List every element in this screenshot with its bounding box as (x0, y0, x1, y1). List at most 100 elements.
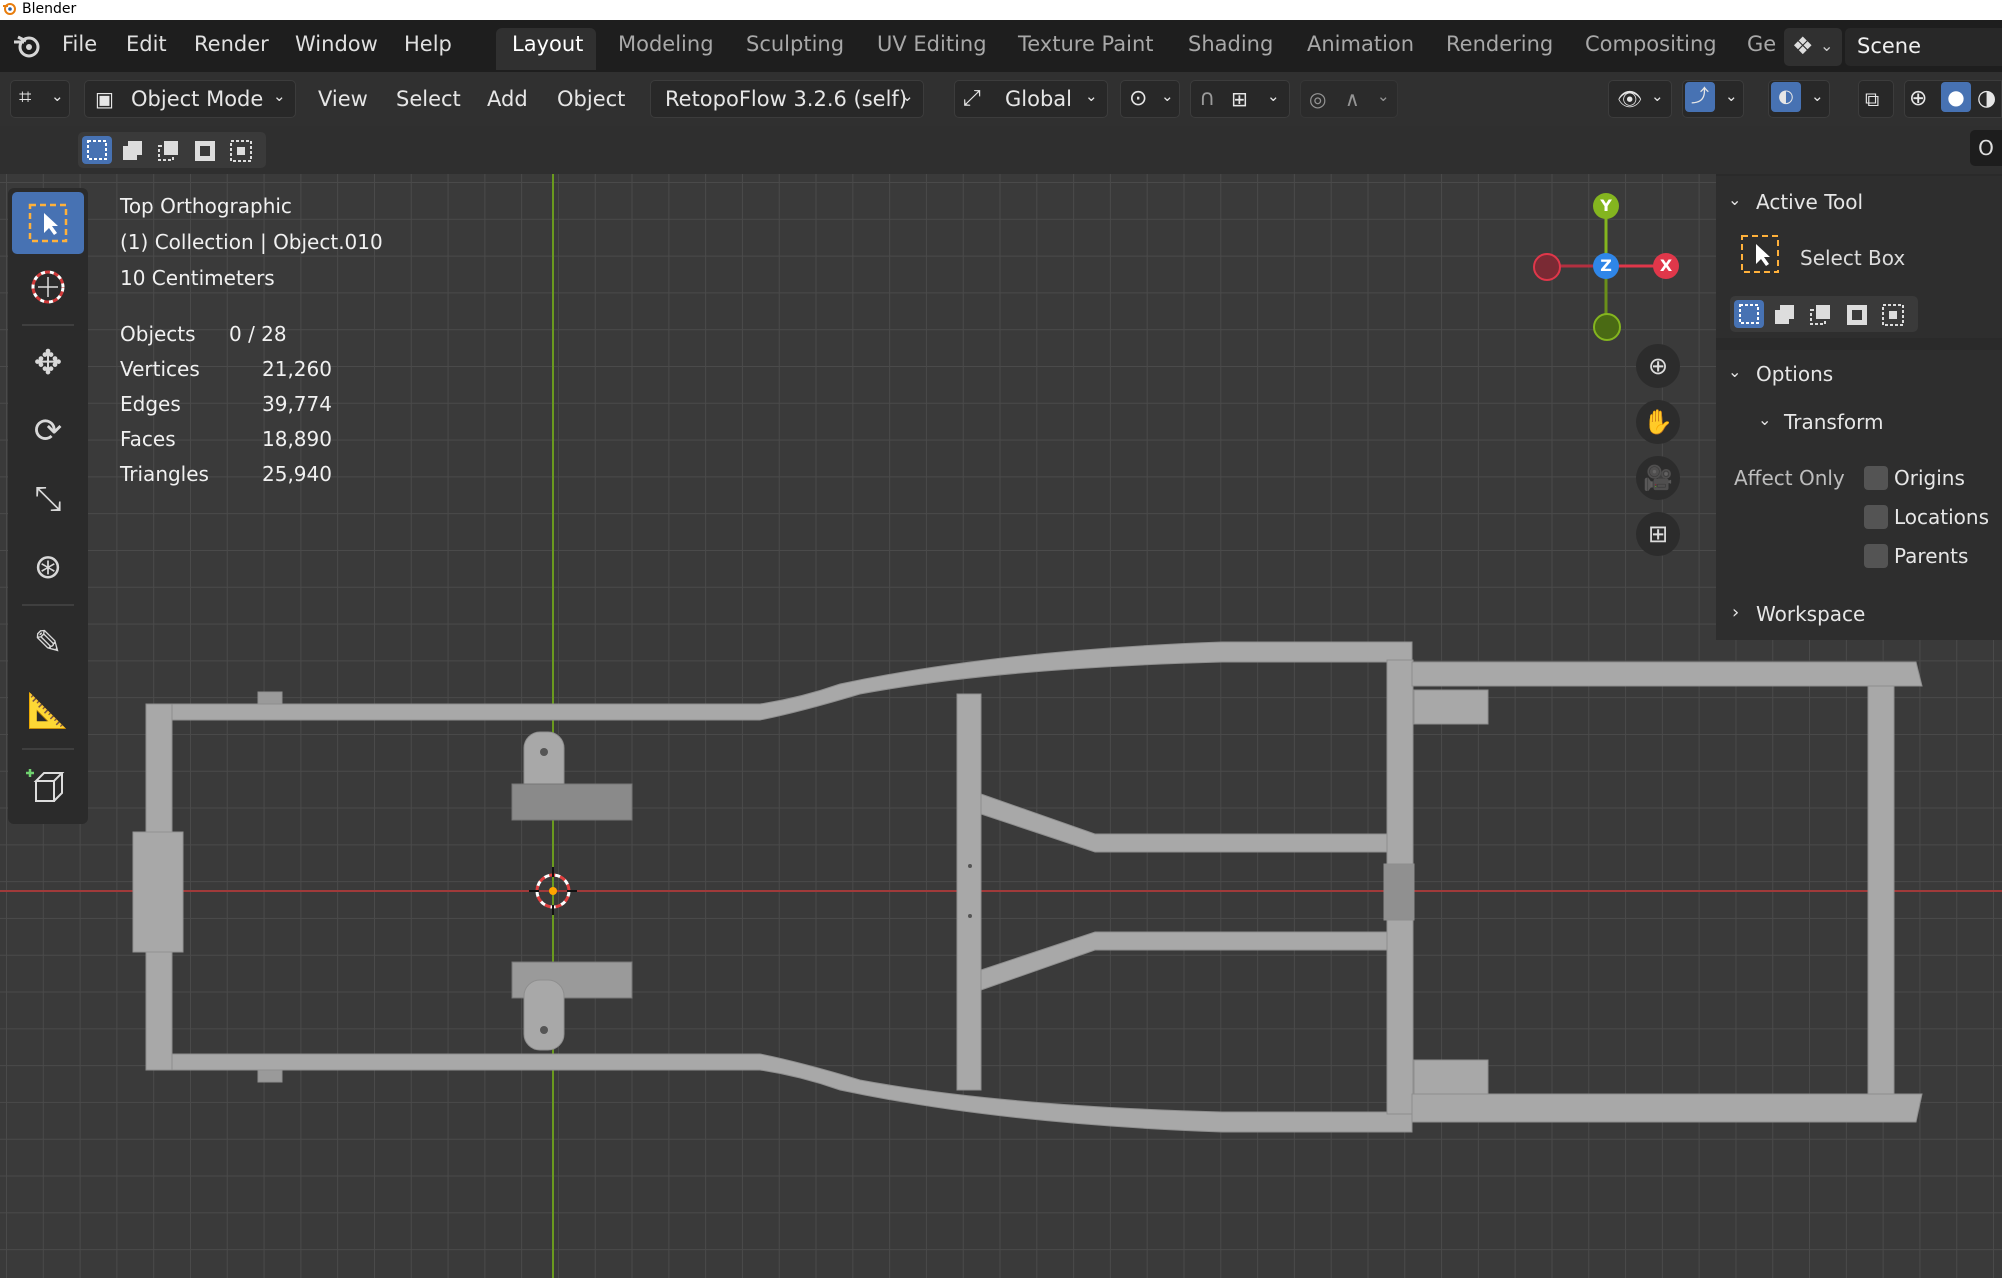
annotate-tool[interactable]: ✎ (12, 612, 84, 674)
menu-render[interactable]: Render (194, 32, 269, 56)
snapping-button[interactable]: ∩ ⊞ ⌄ (1190, 80, 1290, 118)
scene-name-field[interactable]: Scene (1845, 28, 2002, 66)
pan-hand-icon[interactable]: ✋ (1636, 400, 1680, 444)
transform-tool[interactable]: ⊛ (12, 536, 84, 598)
scale-tool[interactable]: ⤡ (12, 468, 84, 530)
stat-edges-label: Edges (120, 392, 181, 416)
3d-viewport[interactable] (0, 174, 2002, 1278)
select-invert-icon[interactable] (1842, 300, 1872, 328)
grid-scale-label: 10 Centimeters (120, 266, 275, 290)
origins-label[interactable]: Origins (1894, 466, 1965, 490)
tab-modeling[interactable]: Modeling (618, 32, 714, 56)
transform-orientation-dropdown[interactable]: ⤢ Global ⌄ (954, 80, 1108, 118)
rotate-tool[interactable]: ⟳ (12, 400, 84, 462)
chevron-down-icon: ⌄ (1811, 87, 1824, 105)
gizmo-neg-y-axis[interactable] (1593, 313, 1621, 341)
tab-shading[interactable]: Shading (1188, 32, 1273, 56)
menu-edit[interactable]: Edit (126, 32, 167, 56)
stat-vertices-label: Vertices (120, 357, 200, 381)
menu-window[interactable]: Window (295, 32, 378, 56)
tab-compositing[interactable]: Compositing (1585, 32, 1717, 56)
tab-animation[interactable]: Animation (1307, 32, 1414, 56)
select-new-icon[interactable] (1734, 300, 1764, 328)
mode-dropdown[interactable]: ▣ Object Mode ⌄ (84, 80, 296, 118)
tab-uv-editing[interactable]: UV Editing (877, 32, 987, 56)
blender-logo-icon (2, 2, 16, 21)
select-box-tool[interactable] (12, 192, 84, 254)
gizmo-neg-x-axis[interactable] (1533, 253, 1561, 281)
locations-checkbox[interactable] (1864, 505, 1888, 529)
xray-toggle-button[interactable]: ⧉ (1858, 80, 1894, 118)
transform-subtitle[interactable]: Transform (1784, 410, 1883, 434)
tab-layout[interactable]: Layout (512, 32, 583, 56)
tab-geometry-nodes[interactable]: Ge (1747, 32, 1776, 56)
chevron-right-icon[interactable]: › (1732, 602, 1739, 623)
tab-texture-paint[interactable]: Texture Paint (1018, 32, 1154, 56)
active-tool-title[interactable]: Active Tool (1756, 190, 1863, 214)
tab-sculpting[interactable]: Sculpting (746, 32, 844, 56)
cursor-tool[interactable] (12, 256, 84, 318)
menu-help[interactable]: Help (404, 32, 452, 56)
gizmo-y-axis[interactable]: Y (1593, 193, 1619, 219)
options-title[interactable]: Options (1756, 362, 1833, 386)
menu-view[interactable]: View (318, 87, 368, 111)
chevron-down-icon[interactable]: ⌄ (1758, 410, 1771, 429)
material-shading-icon[interactable]: ◑ (1977, 81, 1996, 117)
chevron-down-icon[interactable]: ⌄ (1728, 190, 1741, 209)
collection-label: (1) Collection | Object.010 (120, 230, 383, 254)
solid-shading-icon[interactable]: ● (1941, 82, 1971, 112)
eye-icon: 👁 (1617, 87, 1643, 111)
select-intersect-icon[interactable] (1878, 300, 1908, 328)
stat-vertices-value: 21,260 (262, 357, 332, 381)
blender-menu-icon[interactable] (12, 32, 42, 64)
workspace-title[interactable]: Workspace (1756, 602, 1865, 626)
locations-label[interactable]: Locations (1894, 505, 1989, 529)
select-intersect-icon[interactable] (226, 136, 256, 164)
select-new-icon[interactable] (82, 136, 112, 164)
measure-tool[interactable]: 📐 (12, 680, 84, 742)
add-cube-tool[interactable] (12, 756, 84, 818)
menu-file[interactable]: File (62, 32, 97, 56)
scene-selector-button[interactable]: ❖ ⌄ (1784, 28, 1842, 66)
falloff-icon: ∧ (1345, 87, 1360, 111)
tool-selection-mode-group (1730, 296, 1918, 332)
select-extend-icon[interactable] (118, 136, 148, 164)
tab-rendering[interactable]: Rendering (1446, 32, 1553, 56)
npanel-tab[interactable]: O (1970, 130, 2002, 166)
chevron-down-icon[interactable]: ⌄ (1728, 362, 1741, 381)
parents-checkbox[interactable] (1864, 544, 1888, 568)
select-extend-icon[interactable] (1770, 300, 1800, 328)
overlays-toggle-button[interactable]: ◐ ⌄ (1768, 80, 1830, 118)
menu-select[interactable]: Select (396, 87, 461, 111)
stat-faces-value: 18,890 (262, 427, 332, 451)
chevron-down-icon: ⌄ (1085, 87, 1098, 105)
select-subtract-icon[interactable] (154, 136, 184, 164)
move-tool[interactable]: ✥ (12, 332, 84, 394)
select-invert-icon[interactable] (190, 136, 220, 164)
menu-object[interactable]: Object (557, 87, 625, 111)
camera-icon[interactable]: 🎥 (1636, 456, 1680, 500)
wireframe-shading-icon[interactable]: ⊕ (1909, 81, 1927, 117)
zoom-icon[interactable]: ⊕ (1636, 344, 1680, 388)
rotate-icon: ⟳ (33, 411, 63, 451)
orientation-label: Global (1005, 87, 1072, 111)
retopoflow-dropdown[interactable]: RetopoFlow 3.2.6 (self) ⌄ (650, 80, 924, 118)
select-subtract-icon[interactable] (1806, 300, 1836, 328)
pivot-icon: ⊙ (1129, 86, 1148, 111)
parents-label[interactable]: Parents (1894, 544, 1968, 568)
pivot-point-button[interactable]: ⊙ ⌄ (1120, 80, 1180, 118)
view-name-label: Top Orthographic (120, 194, 292, 218)
grid-toggle-icon[interactable]: ⊞ (1636, 512, 1680, 556)
gizmo-toggle-button[interactable]: ⤴ ⌄ (1682, 80, 1744, 118)
origins-checkbox[interactable] (1864, 466, 1888, 490)
proportional-edit-button[interactable]: ◎ ∧ ⌄ (1300, 80, 1398, 118)
gizmo-z-axis[interactable]: Z (1593, 253, 1619, 279)
menu-add[interactable]: Add (487, 87, 528, 111)
stat-triangles-value: 25,940 (262, 462, 332, 486)
sidebar-panel: ⌄ Active Tool Select Box ⌄ Options ⌄ Tra… (1716, 174, 2002, 640)
3d-cursor-icon[interactable] (529, 867, 577, 915)
editor-type-button[interactable]: ⌗ ⌄ (10, 80, 70, 118)
gizmo-x-axis[interactable]: X (1653, 253, 1679, 279)
visibility-button[interactable]: 👁 ⌄ (1608, 80, 1672, 118)
chassis-frame-mesh[interactable] (0, 174, 2002, 1278)
